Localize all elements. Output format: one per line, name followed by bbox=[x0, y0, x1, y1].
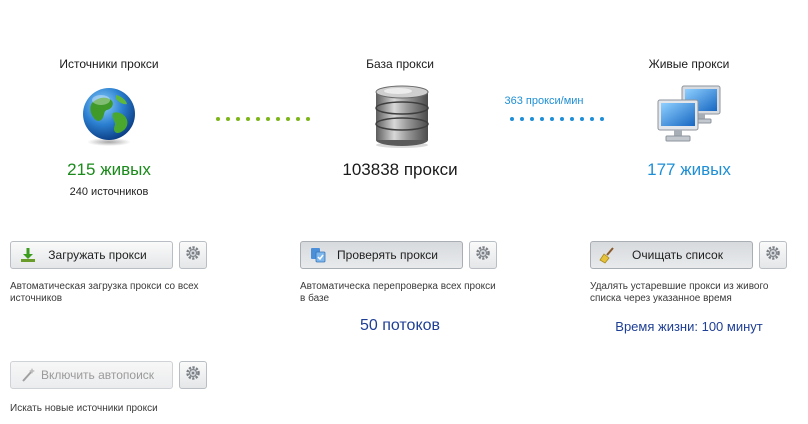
load-proxies-button[interactable]: Загружать прокси bbox=[10, 241, 173, 269]
check-proxy-icon bbox=[307, 244, 329, 266]
check-proxies-settings-button[interactable] bbox=[469, 241, 497, 269]
gear-icon bbox=[185, 365, 201, 386]
rate-label: 363 прокси/мин bbox=[504, 95, 584, 107]
base-title: База прокси bbox=[366, 57, 434, 71]
load-proxies-description: Автоматическая загрузка прокси со всех и… bbox=[10, 281, 199, 304]
base-proxy-count: 103838 прокси bbox=[342, 160, 458, 179]
magic-wand-icon bbox=[17, 364, 39, 386]
load-proxies-label: Загружать прокси bbox=[48, 248, 147, 262]
monitors-icon bbox=[654, 84, 724, 144]
gear-icon bbox=[475, 245, 491, 266]
check-proxies-button[interactable]: Проверять прокси bbox=[300, 241, 463, 269]
check-proxies-label: Проверять прокси bbox=[337, 248, 438, 262]
clear-list-button[interactable]: Очищать список bbox=[590, 241, 753, 269]
broom-icon bbox=[597, 244, 619, 266]
autosearch-settings-button[interactable] bbox=[179, 361, 207, 389]
database-icon bbox=[372, 84, 432, 148]
connector-dots-blue bbox=[510, 117, 604, 121]
sources-live-count: 215 живых bbox=[67, 160, 151, 179]
lifetime-value: Время жизни: 100 минут bbox=[615, 319, 763, 334]
load-proxies-settings-button[interactable] bbox=[179, 241, 207, 269]
enable-autosearch-button[interactable]: Включить автопоиск bbox=[10, 361, 173, 389]
clear-list-settings-button[interactable] bbox=[759, 241, 787, 269]
gear-icon bbox=[765, 245, 781, 266]
gear-icon bbox=[185, 245, 201, 266]
sources-count: 240 источников bbox=[69, 186, 149, 198]
globe-icon bbox=[78, 85, 140, 147]
autosearch-description: Искать новые источники прокси bbox=[10, 403, 158, 414]
check-proxies-description: Автоматическа перепроверка всех прокси в… bbox=[300, 281, 496, 304]
live-title: Живые прокси bbox=[648, 57, 730, 71]
sources-title: Источники прокси bbox=[59, 57, 159, 71]
threads-count: 50 потоков bbox=[359, 317, 441, 334]
download-arrow-icon bbox=[17, 244, 39, 266]
connector-dots-green bbox=[216, 117, 310, 121]
clear-list-description: Удалять устаревшие прокси из живого спис… bbox=[590, 281, 769, 304]
live-proxy-count: 177 живых bbox=[647, 160, 731, 179]
enable-autosearch-label: Включить автопоиск bbox=[40, 368, 155, 382]
clear-list-label: Очищать список bbox=[632, 248, 723, 262]
